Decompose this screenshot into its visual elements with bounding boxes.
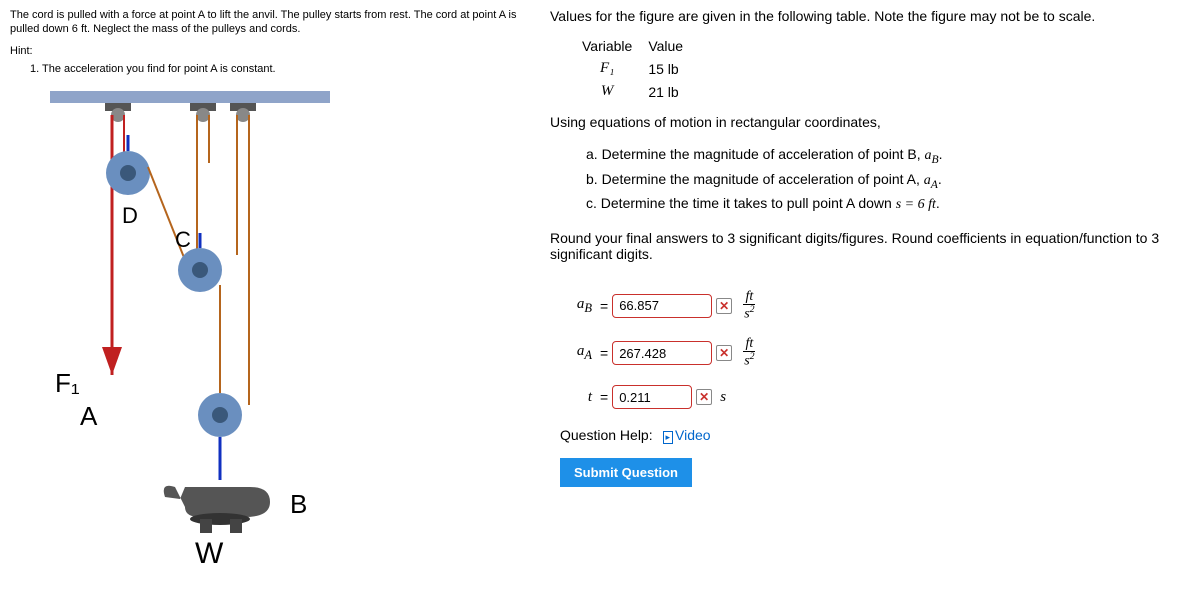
answer-row-aa: aA = ✕ ft s2 [560, 337, 1190, 369]
answer-input-t[interactable] [612, 385, 692, 409]
video-link[interactable]: ▸Video [663, 427, 711, 443]
answer-row-ab: aB = ✕ ft s2 [560, 290, 1190, 322]
values-intro: Values for the figure are given in the f… [550, 8, 1190, 24]
unit-s: s [720, 389, 726, 406]
label-b: B [290, 489, 307, 519]
submit-question-button[interactable]: Submit Question [560, 458, 692, 487]
unit-ft-s2: ft s2 [742, 290, 756, 322]
table-row: W 21 lb [582, 81, 697, 102]
answer-input-ab[interactable] [612, 294, 712, 318]
hint-label: Hint: [10, 45, 530, 57]
unit-ft-s2: ft s2 [742, 337, 756, 369]
pulley-figure: D C F₁ A B W [10, 85, 530, 568]
label-f1: F₁ [55, 368, 80, 398]
question-help: Question Help: ▸Video [560, 427, 1190, 444]
table-header-variable: Variable [582, 36, 646, 56]
answer-label-ab: aB [560, 296, 592, 316]
rounding-note: Round your final answers to 3 significan… [550, 230, 1190, 262]
problem-text: The cord is pulled with a force at point… [10, 8, 530, 37]
table-header-value: Value [648, 36, 697, 56]
hint-item: 1. The acceleration you find for point A… [30, 63, 530, 75]
variable-table: Variable Value F₁ 15 lb W 21 lb [580, 34, 699, 104]
label-a: A [80, 401, 98, 431]
answer-input-aa[interactable] [612, 341, 712, 365]
wrong-icon: ✕ [696, 389, 712, 405]
label-c: C [175, 227, 191, 252]
using-text: Using equations of motion in rectangular… [550, 114, 1190, 130]
table-row: F₁ 15 lb [582, 58, 697, 79]
label-w: W [195, 537, 224, 565]
wrong-icon: ✕ [716, 345, 732, 361]
label-d: D [122, 203, 138, 228]
answer-label-aa: aA [560, 343, 592, 363]
question-parts: a. Determine the magnitude of accelerati… [586, 144, 1190, 216]
wrong-icon: ✕ [716, 298, 732, 314]
pulley-diagram-svg: D C F₁ A B W [30, 85, 360, 565]
video-icon: ▸ [663, 431, 674, 444]
answer-label-t: t [560, 389, 592, 406]
answer-row-t: t = ✕ s [560, 385, 1190, 409]
